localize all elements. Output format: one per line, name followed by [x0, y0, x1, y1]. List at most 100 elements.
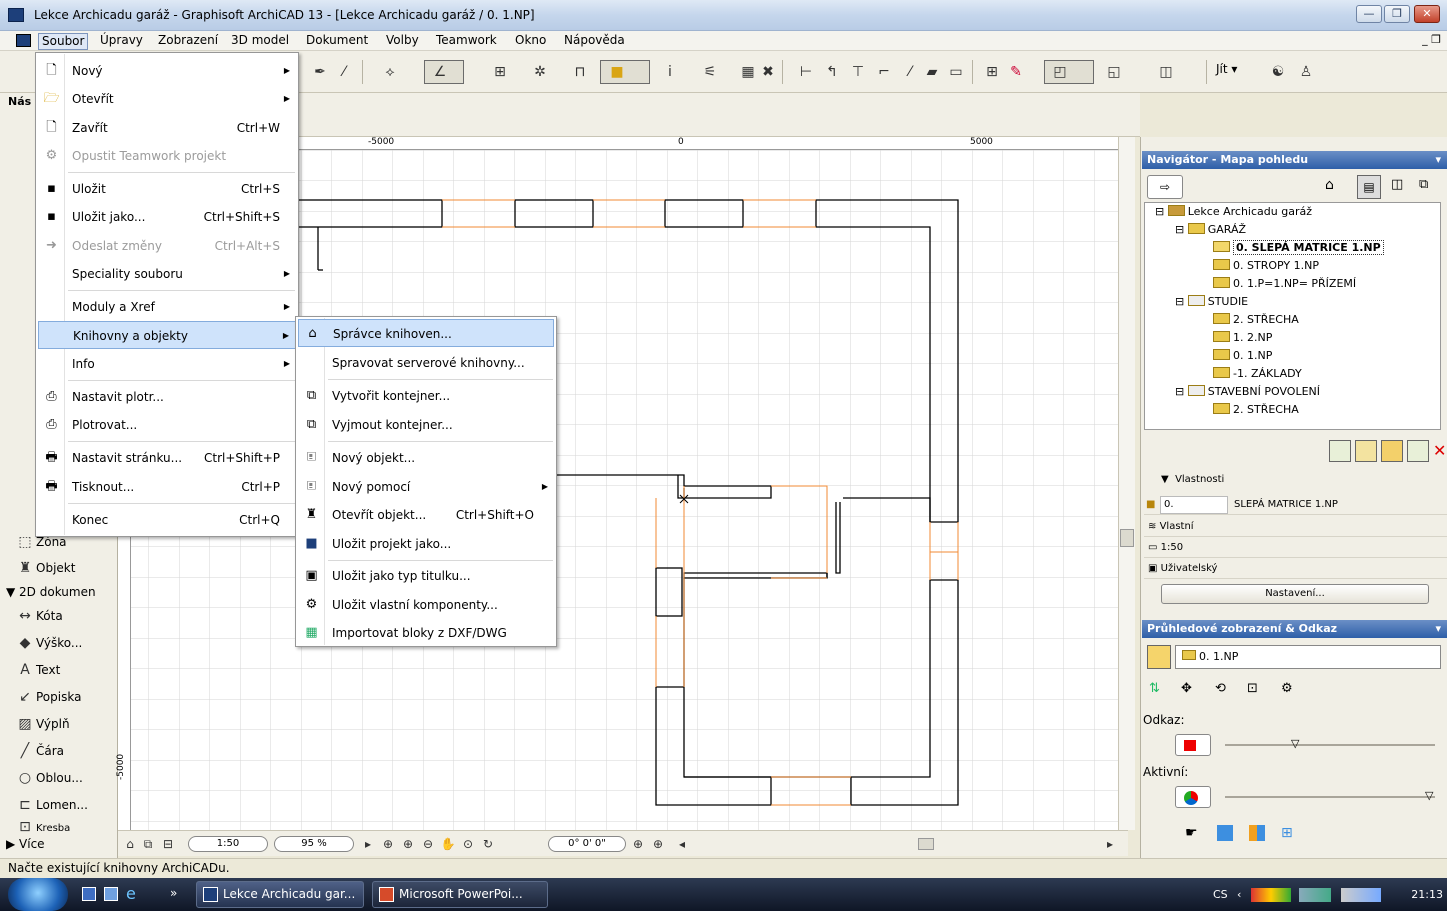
menu-item-create-container[interactable]: ⧉ Vytvořit kontejner... [298, 382, 554, 410]
settings-button[interactable]: Nastavení... [1161, 584, 1429, 604]
grid-icon[interactable]: ⊞ [490, 62, 510, 82]
clone-view-icon[interactable] [1355, 440, 1377, 462]
active-color-button[interactable] [1175, 786, 1211, 808]
walk-icon[interactable]: ♙ [1296, 62, 1316, 82]
orientation-field[interactable]: 0° 0' 0" [548, 836, 626, 852]
section-2d-documentation[interactable]: ▼ 2D dokumen [6, 585, 96, 599]
rotate-icon[interactable]: ↻ [480, 836, 496, 852]
menu-item-import-dxf-dwg[interactable]: ▦ Importovat bloky z DXF/DWG [298, 619, 554, 647]
view-zoom-icon[interactable]: ⧉ [140, 836, 156, 852]
overlay-blue-icon[interactable] [1217, 825, 1233, 841]
curve-icon[interactable]: ⁄ [900, 62, 920, 82]
tray-volume-icon[interactable] [1341, 888, 1381, 902]
menu-item-print[interactable]: 🖶 Tisknout... Ctrl+P [38, 473, 296, 501]
tree-item[interactable]: 0. 1.NP [1213, 347, 1272, 365]
view-save-icon[interactable]: ⊟ [160, 836, 176, 852]
tree-item[interactable]: ⊟ STAVEBNÍ POVOLENÍ [1175, 383, 1320, 401]
taskbar-archicad[interactable]: Lekce Archicadu gar... [196, 881, 364, 908]
hand-icon[interactable]: ☛ [1185, 825, 1198, 841]
play-icon[interactable]: ▸ [360, 836, 376, 852]
fit-window-icon[interactable]: ⊙ [460, 836, 476, 852]
minimize-button[interactable]: — [1356, 5, 1382, 23]
compare-icon[interactable]: ⊞ [1281, 825, 1293, 841]
tray-chevron-icon[interactable]: ‹ [1237, 878, 1241, 911]
reference-slider-thumb[interactable]: ▽ [1291, 737, 1299, 750]
brush-icon[interactable]: ▰ [922, 62, 942, 82]
zoom-field[interactable]: 95 % [274, 836, 354, 852]
menu-item-send-changes[interactable]: ➜ Odeslat změny Ctrl+Alt+S [38, 232, 296, 260]
tool-text[interactable]: A Text [14, 658, 114, 682]
menu-item-save-project-as[interactable]: ■ Uložit projekt jako... [298, 530, 554, 558]
zoom-fit-icon[interactable]: ⊕ [380, 836, 396, 852]
print-icon[interactable]: ⊞ [982, 62, 1002, 82]
menu-item-library-manager[interactable]: ⌂ Správce knihoven... [298, 319, 554, 347]
menu-item-libraries-objects[interactable]: Knihovny a objekty ▶ [38, 321, 296, 349]
tool-fill[interactable]: ▨ Výplň [14, 712, 114, 736]
menu-item-plot[interactable]: ⎙ Plotrovat... [38, 411, 296, 439]
snap-icon[interactable]: ⟡ [380, 62, 400, 82]
switch-windows-icon[interactable] [104, 887, 118, 901]
floorplan-icon[interactable]: ◰ [1050, 62, 1070, 82]
reference-slider[interactable] [1225, 744, 1435, 746]
previous-zoom-icon[interactable]: ⊕ [630, 836, 646, 852]
gravity-icon[interactable]: ✲ [530, 62, 550, 82]
taskbar-powerpoint[interactable]: Microsoft PowerPoi... [372, 881, 548, 908]
clock[interactable]: 21:13 [1411, 878, 1443, 911]
settings-view-icon[interactable] [1407, 440, 1429, 462]
vertical-scrollbar[interactable] [1118, 137, 1135, 830]
layer-icon[interactable]: ■ [607, 62, 627, 82]
corner-icon[interactable]: ⌐ [874, 62, 894, 82]
menu-okno[interactable]: Okno [512, 33, 549, 50]
rotate-reference-icon[interactable]: ⟲ [1215, 681, 1226, 696]
tree-item-selected[interactable]: 0. SLEPÁ MATRICE 1.NP [1213, 239, 1384, 257]
stair-icon[interactable]: ⊤ [848, 62, 868, 82]
tree-item[interactable]: 0. STROPY 1.NP [1213, 257, 1319, 275]
menu-item-extract-container[interactable]: ⧉ Vyjmout kontejner... [298, 411, 554, 439]
delete-view-icon[interactable]: ✕ [1433, 440, 1447, 462]
menu-item-save-custom-components[interactable]: ⚙ Uložit vlastní komponenty... [298, 591, 554, 619]
section-icon[interactable]: ◱ [1104, 62, 1124, 82]
property-scale-row[interactable]: ▭ 1:50 [1144, 538, 1447, 558]
menu-item-save-as-title-type[interactable]: ▣ Uložit jako typ titulku... [298, 562, 554, 590]
menu-dokument[interactable]: Dokument [303, 33, 371, 50]
scroll-right-icon[interactable]: ▸ [1102, 836, 1118, 852]
menu-zobrazeni[interactable]: Zobrazení [155, 33, 221, 50]
tool-level-dimension[interactable]: ◆ Výško... [14, 631, 114, 655]
language-indicator[interactable]: CS [1213, 878, 1228, 911]
swap-icon[interactable]: ⇅ [1149, 681, 1160, 696]
tool-dimension[interactable]: ↔ Kóta [14, 604, 114, 628]
view-map-icon[interactable]: ▤ [1357, 175, 1381, 199]
menu-item-file-special[interactable]: Speciality souboru ▶ [38, 260, 296, 288]
quicklaunch-chevron-icon[interactable]: » [170, 886, 177, 900]
menu-napoveda[interactable]: Nápověda [561, 33, 628, 50]
scroll-left-icon[interactable]: ◂ [674, 836, 690, 852]
navigator-header[interactable]: Navigátor - Mapa pohledu ▾ [1142, 151, 1447, 169]
tool-arc[interactable]: ○ Oblou... [14, 766, 114, 790]
internet-explorer-icon[interactable]: e [126, 884, 136, 903]
reset-icon[interactable]: ⊡ [1247, 681, 1258, 696]
navigator-menu-button[interactable]: ⇨ [1147, 175, 1183, 199]
menu-item-plot-setup[interactable]: ⎙ Nastavit plotr... [38, 383, 296, 411]
menu-soubor[interactable]: Soubor [38, 33, 89, 50]
hscroll-thumb[interactable] [918, 838, 934, 850]
view-icon[interactable]: ⌂ [122, 836, 138, 852]
tool-polyline[interactable]: ⊏ Lomen... [14, 793, 114, 817]
settings-icon[interactable]: ⚙ [1281, 681, 1293, 696]
tree-item[interactable]: ⊟ STUDIE [1175, 293, 1248, 311]
delete-icon[interactable]: ✖ [758, 62, 778, 82]
menu-item-save-as[interactable]: ▪ Uložit jako... Ctrl+Shift+S [38, 203, 296, 231]
plan-icon[interactable]: ⊓ [570, 62, 590, 82]
tray-network-icon[interactable] [1299, 888, 1331, 902]
menu-item-new[interactable]: 🗋 Nový ▶ [38, 57, 296, 85]
tool-line[interactable]: ╱ Čára [14, 739, 114, 763]
zoom-out-icon[interactable]: ⊖ [420, 836, 436, 852]
menu-item-open-object[interactable]: ♜ Otevřít objekt... Ctrl+Shift+O [298, 501, 554, 529]
measure-icon[interactable]: ⊢ [796, 62, 816, 82]
elevation-icon[interactable]: ◫ [1156, 62, 1176, 82]
pen-icon[interactable]: ✒ [310, 62, 330, 82]
tree-item[interactable]: 2. STŘECHA [1213, 311, 1299, 329]
paint-icon[interactable]: ✎ [1006, 62, 1026, 82]
trace-icon[interactable]: ⚟ [700, 62, 720, 82]
tree-item[interactable]: 2. STŘECHA [1213, 401, 1299, 419]
property-layer-row[interactable]: ≋ Vlastní [1144, 517, 1447, 537]
